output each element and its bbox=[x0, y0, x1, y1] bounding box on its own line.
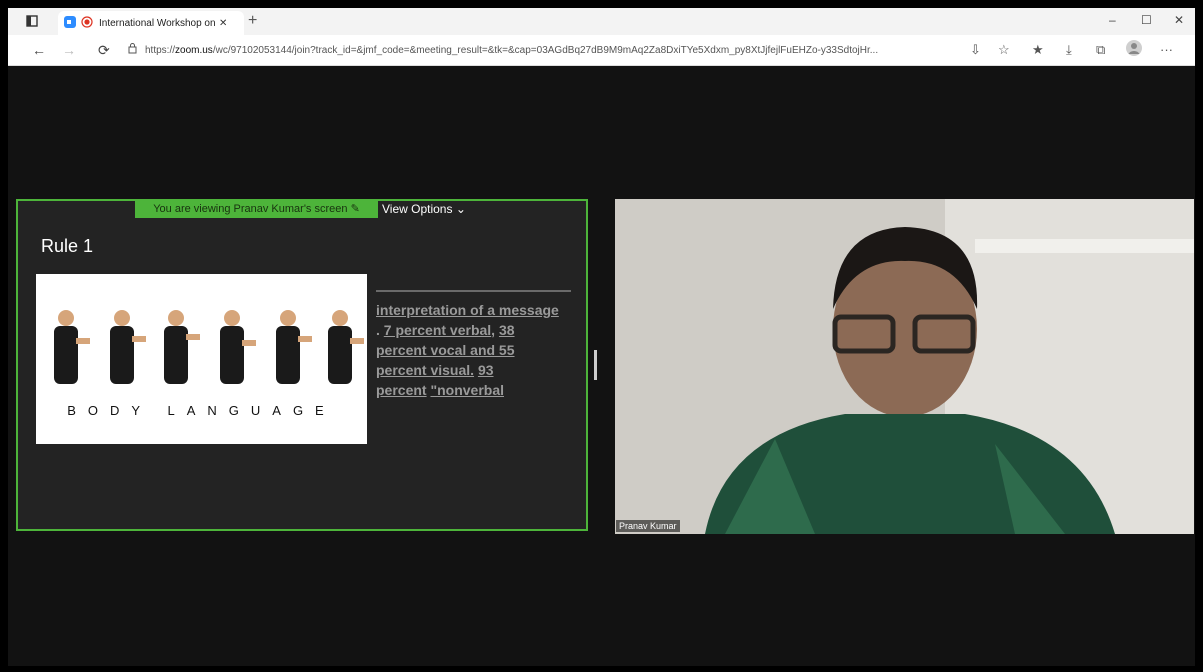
downloads-icon[interactable]: ⤓ bbox=[1066, 42, 1072, 58]
presenter-figures bbox=[54, 310, 364, 384]
slide-text-line1: interpretation of a message bbox=[376, 302, 559, 318]
close-tab-icon[interactable]: ✕ bbox=[219, 18, 227, 29]
browser-tab-bar: International Workshop on ✕ + – ☐ ✕ bbox=[8, 8, 1195, 35]
favorites-icon[interactable]: ★ bbox=[1032, 42, 1044, 58]
tab-title: International Workshop on bbox=[99, 17, 216, 29]
slide-small-text bbox=[376, 290, 571, 292]
tab-actions-icon[interactable] bbox=[26, 15, 38, 27]
slide-text-line3: percent vocal and 55 bbox=[376, 342, 515, 358]
recording-icon bbox=[81, 15, 93, 31]
body-language-caption: BODY LANGUAGE bbox=[67, 403, 336, 418]
slide-text-verbal: 7 percent verbal bbox=[383, 322, 492, 338]
slide-text-percent: percent bbox=[376, 382, 427, 398]
slide-text-93: 93 bbox=[477, 362, 494, 378]
maximize-button[interactable]: ☐ bbox=[1141, 13, 1152, 27]
profile-avatar-icon[interactable] bbox=[1126, 40, 1142, 59]
slide-text-sep: , bbox=[491, 322, 499, 338]
url-path: /wc/97102053144/join?track_id=&jmf_code=… bbox=[212, 44, 879, 56]
participant-video[interactable] bbox=[615, 199, 1194, 534]
close-window-button[interactable]: ✕ bbox=[1174, 13, 1184, 27]
chevron-down-icon: ⌄ bbox=[455, 202, 466, 216]
read-aloud-icon[interactable]: ⇩ bbox=[970, 42, 981, 58]
slide-text-38: 38 bbox=[498, 322, 515, 338]
slide-text-visual: percent visual. bbox=[376, 362, 475, 378]
more-options-button[interactable]: ··· bbox=[1160, 42, 1173, 57]
back-arrow-icon[interactable]: ← bbox=[32, 42, 46, 58]
refresh-icon[interactable]: ⟳ bbox=[98, 42, 110, 59]
forward-arrow-icon[interactable]: → bbox=[62, 42, 76, 58]
collections-icon[interactable]: ⧉ bbox=[1096, 42, 1105, 58]
minimize-button[interactable]: – bbox=[1109, 13, 1116, 27]
slide-title: Rule 1 bbox=[41, 236, 94, 256]
panel-resize-handle[interactable] bbox=[594, 350, 597, 380]
browser-toolbar: ← → ⟳ https:// zoom.us /wc/97102053144/j… bbox=[8, 35, 1195, 66]
lock-icon bbox=[128, 43, 137, 57]
slide-body-text: interpretation of a message . 7 percent … bbox=[376, 300, 576, 400]
slide-text-nonverbal: "nonverbal bbox=[430, 382, 505, 398]
screen-share-banner: You are viewing Pranav Kumar's screen ✎ bbox=[135, 201, 378, 218]
slide-text-prefix: . bbox=[376, 322, 384, 338]
view-options-button[interactable]: View Options ⌄ bbox=[382, 202, 466, 216]
url-prefix: https:// bbox=[145, 44, 176, 56]
pin-icon: ✎ bbox=[350, 203, 360, 215]
zoom-favicon-icon bbox=[64, 15, 76, 31]
body-language-image: BODY LANGUAGE bbox=[36, 274, 367, 444]
new-tab-button[interactable]: + bbox=[248, 12, 257, 30]
address-bar[interactable]: https:// zoom.us /wc/97102053144/join?tr… bbox=[128, 40, 968, 60]
add-favorite-icon[interactable]: ☆ bbox=[998, 42, 1010, 58]
view-options-label: View Options bbox=[382, 202, 453, 216]
url-host: zoom.us bbox=[175, 44, 213, 56]
participant-name-label: Pranav Kumar bbox=[616, 520, 680, 532]
participant-video-frame bbox=[615, 199, 1194, 534]
browser-tab[interactable]: International Workshop on ✕ bbox=[58, 11, 244, 35]
